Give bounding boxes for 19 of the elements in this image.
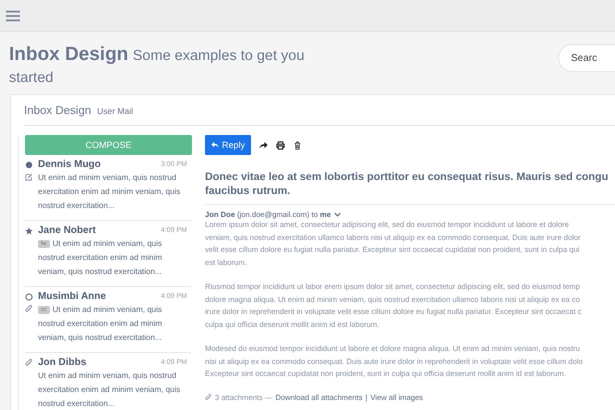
reply-icon: [211, 141, 219, 149]
forward-icon[interactable]: [259, 140, 268, 150]
sender-name: Jon Dibbs: [38, 357, 86, 368]
print-icon[interactable]: [276, 140, 286, 150]
card-subtitle: User Mail: [97, 106, 134, 116]
search-field[interactable]: Searc: [558, 44, 615, 72]
menu-icon[interactable]: [6, 10, 20, 22]
sender-name: Musimbi Anne: [38, 291, 106, 302]
sender-name: Dennis Mugo: [38, 159, 101, 170]
card-title: Inbox Design: [24, 104, 92, 116]
message-subject: Donec vitae leo at sem lobortis porttitor eu consequat risus. Mauris sed congu faucibus rutrum.: [205, 170, 615, 205]
paperclip-icon: [205, 394, 212, 400]
mail-snippet: Ut enim ad minim veniam, quis nostrud exercitation enim ad minim veniam, quis nostrud exercitation...: [38, 370, 182, 410]
mail-snippet: Ut enim ad minim veniam, quis nostrud exercitation enim ad minim veniam, quis nostrud exercitation...: [38, 172, 182, 212]
trash-icon[interactable]: [293, 140, 302, 150]
page-heading: Inbox Design Some examples to get you started: [9, 44, 306, 88]
chevron-down-icon[interactable]: [334, 212, 341, 217]
sender-name: Jane Nobert: [38, 225, 96, 236]
reply-button[interactable]: Reply: [205, 135, 252, 155]
